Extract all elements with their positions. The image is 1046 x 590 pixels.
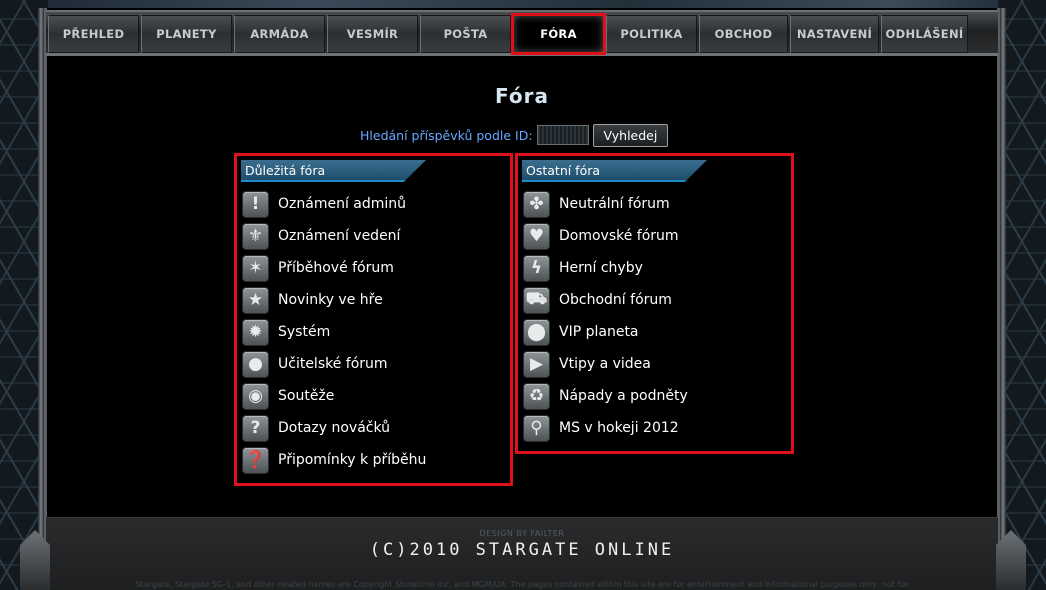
search-label: Hledání příspěvků podle ID: (360, 127, 533, 143)
important-forums-header: Důležitá fóra (241, 160, 426, 182)
nav-item-planety[interactable]: PLANETY (141, 15, 232, 53)
forum-label[interactable]: VIP planeta (559, 324, 639, 340)
copyright-logo: (C)2010 STARGATE ONLINE (369, 540, 675, 560)
forum-item[interactable]: ⚜ Oznámení vedení (242, 220, 510, 252)
forum-item[interactable]: ● Učitelské fórum (242, 348, 510, 380)
forum-item[interactable]: ⛟ Obchodní fórum (523, 284, 791, 316)
forum-label[interactable]: Připomínky k příběhu (278, 452, 426, 468)
play-icon: ▶ (523, 350, 550, 378)
nav-item-fora[interactable]: FÓRA (511, 13, 606, 55)
search-by-id: Hledání příspěvků podle ID: Vyhledej (360, 123, 669, 147)
other-forums-panel: Ostatní fóra ✤ Neutrální fórum ♥ Domovsk… (515, 153, 794, 454)
forum-label[interactable]: Novinky ve hře (278, 292, 383, 308)
nav-item-posta[interactable]: POŠTA (420, 15, 511, 53)
forum-label[interactable]: Systém (278, 324, 330, 340)
nav-item-armada[interactable]: ARMÁDA (234, 15, 325, 53)
sparkles-icon: ✶ (242, 254, 269, 282)
other-forums-header: Ostatní fóra (522, 160, 707, 182)
question-mark-icon: ? (242, 414, 269, 442)
forum-label[interactable]: Domovské fórum (559, 228, 679, 244)
nav-item-prehled[interactable]: PŘEHLED (48, 15, 139, 53)
footer: DESIGN BY FAILTER (C)2010 STARGATE ONLIN… (46, 517, 998, 590)
speech-bubble-icon: ● (242, 350, 269, 378)
forum-label[interactable]: Neutrální fórum (559, 196, 670, 212)
forum-label[interactable]: MS v hokeji 2012 (559, 420, 679, 436)
forum-item[interactable]: ♻ Nápady a podněty (523, 380, 791, 412)
forum-item[interactable]: ⚲ MS v hokeji 2012 (523, 412, 791, 444)
forum-item[interactable]: ? Dotazy nováčků (242, 412, 510, 444)
page-title: Fóra (495, 84, 549, 108)
nav-item-politika[interactable]: POLITIKA (606, 15, 697, 53)
gear-icon: ✹ (242, 318, 269, 346)
forum-label[interactable]: Herní chyby (559, 260, 643, 276)
nav-item-vesmir[interactable]: VESMÍR (327, 15, 418, 53)
forum-label[interactable]: Vtipy a videa (559, 356, 651, 372)
forum-item[interactable]: ★ Novinky ve hře (242, 284, 510, 316)
forum-label[interactable]: Obchodní fórum (559, 292, 672, 308)
forum-item[interactable]: ▶ Vtipy a videa (523, 348, 791, 380)
lightning-icon: ϟ (523, 254, 550, 282)
forum-item[interactable]: ϟ Herní chyby (523, 252, 791, 284)
heart-icon: ♥ (523, 222, 550, 250)
forum-item[interactable]: ✶ Příběhové fórum (242, 252, 510, 284)
exclamation-icon: ! (242, 190, 269, 218)
forum-label[interactable]: Oznámení adminů (278, 196, 406, 212)
forum-item[interactable]: ✤ Neutrální fórum (523, 188, 791, 220)
legal-text: Stargate, Stargate SG-1, and other relat… (135, 580, 909, 589)
fleur-de-lis-icon: ⚜ (242, 222, 269, 250)
other-forums-list: ✤ Neutrální fórum ♥ Domovské fórum ϟ Her… (518, 188, 791, 444)
forum-item[interactable]: ⬤ VIP planeta (523, 316, 791, 348)
hockey-stick-icon: ⚲ (523, 414, 550, 442)
star-icon: ★ (242, 286, 269, 314)
forum-label[interactable]: Příběhové fórum (278, 260, 394, 276)
main-navigation: PŘEHLED PLANETY ARMÁDA VESMÍR POŠTA FÓRA… (46, 10, 998, 56)
important-forums-list: ! Oznámení adminů ⚜ Oznámení vedení ✶ Př… (237, 188, 510, 476)
search-id-input[interactable] (536, 125, 589, 145)
vip-bubble-icon: ⬤ (523, 318, 550, 346)
recycle-icon: ♻ (523, 382, 550, 410)
important-forums-panel: Důležitá fóra ! Oznámení adminů ⚜ Oznáme… (234, 153, 513, 486)
medal-icon: ◉ (242, 382, 269, 410)
forum-item[interactable]: ◉ Soutěže (242, 380, 510, 412)
forum-item[interactable]: ! Oznámení adminů (242, 188, 510, 220)
puzzle-icon: ✤ (523, 190, 550, 218)
search-button[interactable]: Vyhledej (592, 123, 669, 147)
nav-item-nastaveni[interactable]: NASTAVENÍ (790, 15, 879, 53)
forum-label[interactable]: Nápady a podněty (559, 388, 688, 404)
forum-label[interactable]: Učitelské fórum (278, 356, 388, 372)
forum-label[interactable]: Soutěže (278, 388, 334, 404)
forum-label[interactable]: Dotazy nováčků (278, 420, 390, 436)
puzzle-question-icon: ❓ (242, 446, 269, 474)
design-credit: DESIGN BY FAILTER (479, 529, 565, 538)
shopping-cart-icon: ⛟ (523, 286, 550, 314)
forum-label[interactable]: Oznámení vedení (278, 228, 400, 244)
forum-item[interactable]: ✹ Systém (242, 316, 510, 348)
forum-item[interactable]: ♥ Domovské fórum (523, 220, 791, 252)
nav-item-odhlaseni[interactable]: ODHLÁŠENÍ (881, 15, 968, 53)
forum-item[interactable]: ❓ Připomínky k příběhu (242, 444, 510, 476)
nav-item-obchod[interactable]: OBCHOD (699, 15, 788, 53)
